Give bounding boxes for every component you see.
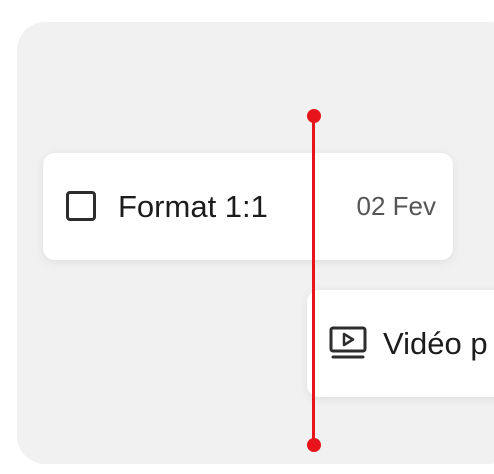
task-title: Format 1:1	[118, 189, 268, 224]
playhead-handle-top[interactable]	[307, 109, 321, 123]
task-checkbox[interactable]	[66, 191, 96, 221]
playhead-line[interactable]	[312, 116, 315, 446]
video-play-icon	[329, 326, 367, 360]
timeline-card-format[interactable]: Format 1:1 02 Fev	[43, 153, 453, 260]
task-date: 02 Fev	[356, 191, 437, 221]
video-title: Vidéo p	[383, 326, 488, 361]
timeline-canvas: Format 1:1 02 Fev Vidéo p	[17, 22, 494, 464]
timeline-card-video[interactable]: Vidéo p	[307, 290, 494, 397]
playhead-handle-bottom[interactable]	[307, 438, 321, 452]
